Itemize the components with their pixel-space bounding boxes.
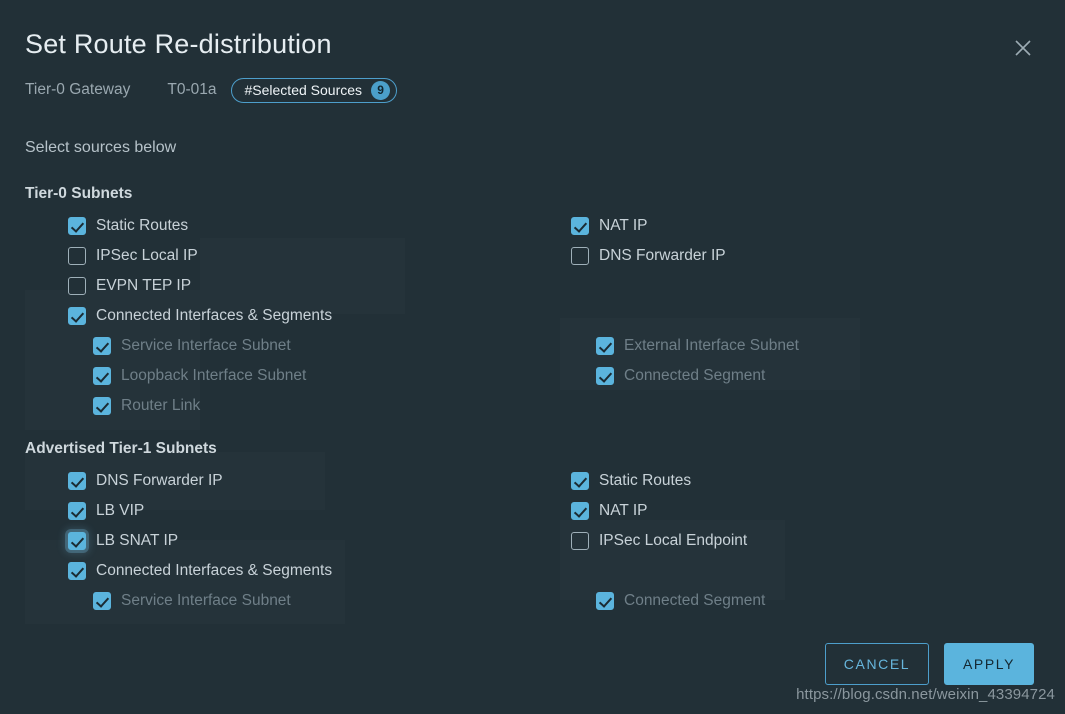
background-panel-artifact [200,238,405,314]
checkbox-option[interactable]: IPSec Local IP [68,245,198,267]
page-title: Set Route Re-distribution [25,29,332,59]
checkbox-label: Router Link [121,397,201,414]
section-heading-tier0: Tier-0 Subnets [25,185,133,202]
close-icon[interactable] [1008,33,1038,63]
apply-button[interactable]: APPLY [944,643,1034,685]
checkbox-option: Connected Segment [596,590,765,612]
checkbox-label: IPSec Local Endpoint [599,532,748,549]
checkbox-checked-icon[interactable] [571,472,589,490]
gateway-label: Tier-0 Gateway [25,81,131,98]
checkbox-checked-icon [93,337,111,355]
checkbox-checked-icon [93,397,111,415]
checkbox-option: Loopback Interface Subnet [93,365,306,387]
checkbox-checked-icon[interactable] [68,217,86,235]
checkbox-unchecked-icon[interactable] [68,277,86,295]
checkbox-label: DNS Forwarder IP [599,247,726,264]
cancel-button[interactable]: CANCEL [825,643,929,685]
checkbox-option[interactable]: DNS Forwarder IP [68,470,223,492]
checkbox-label: Service Interface Subnet [121,592,291,609]
selected-sources-label: #Selected Sources [244,82,363,98]
checkbox-option[interactable]: NAT IP [571,500,648,522]
checkbox-label: IPSec Local IP [96,247,198,264]
checkbox-option: Connected Segment [596,365,765,387]
section-heading-tier1: Advertised Tier-1 Subnets [25,440,217,457]
checkbox-checked-icon[interactable] [68,307,86,325]
checkbox-option[interactable]: Static Routes [571,470,691,492]
checkbox-option[interactable]: DNS Forwarder IP [571,245,726,267]
checkbox-checked-icon [596,592,614,610]
checkbox-label: Connected Segment [624,367,766,384]
checkbox-option[interactable]: IPSec Local Endpoint [571,530,747,552]
checkbox-label: NAT IP [599,502,648,519]
breadcrumb: Tier-0 Gateway T0-01a #Selected Sources … [25,77,398,103]
checkbox-label: EVPN TEP IP [96,277,192,294]
checkbox-option: External Interface Subnet [596,335,799,357]
checkbox-checked-icon [596,337,614,355]
checkbox-option[interactable]: Connected Interfaces & Segments [68,560,332,582]
gateway-value: T0-01a [167,81,217,98]
checkbox-label: DNS Forwarder IP [96,472,223,489]
checkbox-label: External Interface Subnet [624,337,799,354]
checkbox-label: NAT IP [599,217,648,234]
checkbox-checked-icon[interactable] [68,472,86,490]
checkbox-checked-icon [93,592,111,610]
checkbox-option[interactable]: LB SNAT IP [68,530,178,552]
checkbox-unchecked-icon[interactable] [571,532,589,550]
checkbox-label: Service Interface Subnet [121,337,291,354]
checkbox-checked-icon[interactable] [571,502,589,520]
checkbox-option[interactable]: Connected Interfaces & Segments [68,305,332,327]
checkbox-option[interactable]: NAT IP [571,215,648,237]
checkbox-checked-icon [93,367,111,385]
instruction-text: Select sources below [25,139,177,156]
selected-sources-pill[interactable]: #Selected Sources 9 [230,77,398,103]
checkbox-label: Loopback Interface Subnet [121,367,307,384]
checkbox-unchecked-icon[interactable] [571,247,589,265]
checkbox-checked-icon [596,367,614,385]
checkbox-checked-icon[interactable] [68,562,86,580]
checkbox-label: Connected Interfaces & Segments [96,307,333,324]
watermark-text: https://blog.csdn.net/weixin_43394724 [796,686,1055,703]
checkbox-option: Service Interface Subnet [93,590,291,612]
checkbox-label: LB SNAT IP [96,532,179,549]
checkbox-unchecked-icon[interactable] [68,247,86,265]
checkbox-label: Connected Segment [624,592,766,609]
checkbox-option: Router Link [93,395,200,417]
checkbox-checked-icon[interactable] [571,217,589,235]
checkbox-label: Static Routes [599,472,692,489]
checkbox-checked-icon[interactable] [68,532,86,550]
checkbox-label: Connected Interfaces & Segments [96,562,333,579]
checkbox-option: Service Interface Subnet [93,335,291,357]
checkbox-option[interactable]: EVPN TEP IP [68,275,191,297]
checkbox-checked-icon[interactable] [68,502,86,520]
checkbox-label: Static Routes [96,217,189,234]
checkbox-option[interactable]: Static Routes [68,215,188,237]
set-route-redistribution-dialog: Set Route Re-distribution Tier-0 Gateway… [0,0,1065,714]
checkbox-option[interactable]: LB VIP [68,500,144,522]
checkbox-label: LB VIP [96,502,145,519]
selected-sources-count: 9 [371,80,391,100]
